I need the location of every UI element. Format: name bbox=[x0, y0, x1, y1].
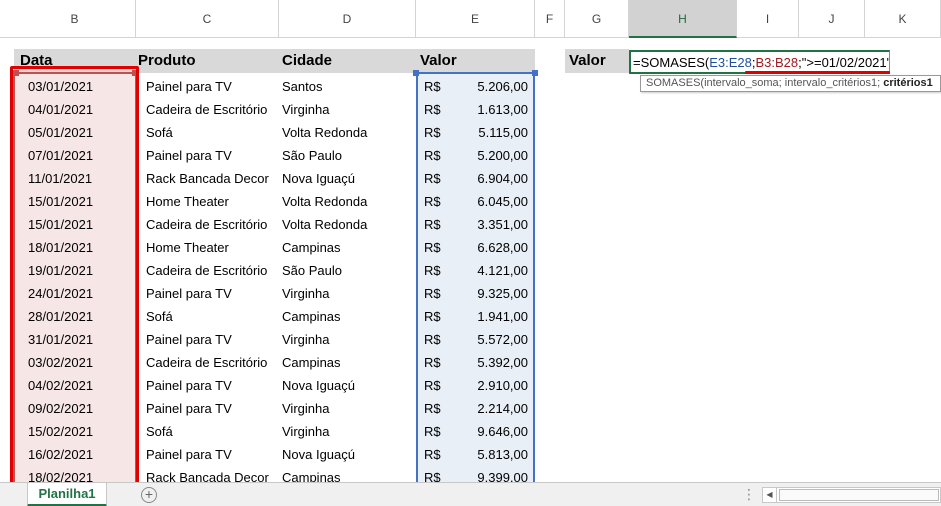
add-sheet-icon[interactable]: + bbox=[141, 487, 157, 503]
cell-cidade[interactable]: Volta Redonda bbox=[282, 213, 416, 236]
cell-produto[interactable]: Rack Bancada Decor bbox=[146, 167, 279, 190]
cell-produto[interactable]: Home Theater bbox=[146, 190, 279, 213]
sheet-tab-planilha1[interactable]: Planilha1 bbox=[27, 483, 107, 506]
cell-cidade[interactable]: Virginha bbox=[282, 397, 416, 420]
header-valor[interactable]: Valor bbox=[416, 49, 535, 73]
value-range-border bbox=[416, 72, 535, 486]
cell-produto[interactable]: Painel para TV bbox=[146, 374, 279, 397]
horizontal-scrollbar[interactable]: ◀ bbox=[762, 487, 941, 503]
cell-cidade[interactable]: Nova Iguaçú bbox=[282, 167, 416, 190]
formula-ref-sum-range: E3:E28 bbox=[709, 55, 752, 70]
cell-produto[interactable]: Cadeira de Escritório bbox=[146, 213, 279, 236]
scroll-left-icon[interactable]: ◀ bbox=[763, 488, 777, 502]
cell-cidade[interactable]: Santos bbox=[282, 75, 416, 98]
cell-cidade[interactable]: São Paulo bbox=[282, 259, 416, 282]
column-header-d[interactable]: D bbox=[279, 0, 416, 38]
cell-cidade[interactable]: Campinas bbox=[282, 305, 416, 328]
column-header-row: BCDEFGHIJK bbox=[0, 0, 941, 38]
formula-suffix: ;">=01/02/2021" bbox=[798, 55, 890, 70]
cell-cidade[interactable]: Virginha bbox=[282, 328, 416, 351]
column-header-f[interactable]: F bbox=[535, 0, 565, 38]
header-cidade[interactable]: Cidade bbox=[279, 49, 416, 73]
cell-cidade[interactable]: Volta Redonda bbox=[282, 190, 416, 213]
cell-produto[interactable]: Sofá bbox=[146, 305, 279, 328]
cell-cidade[interactable]: Virginha bbox=[282, 98, 416, 121]
header-produto[interactable]: Produto bbox=[136, 49, 279, 73]
cell-produto[interactable]: Sofá bbox=[146, 121, 279, 144]
cell-cidade[interactable]: Campinas bbox=[282, 236, 416, 259]
formula-prefix: =SOMASES( bbox=[633, 55, 710, 70]
cell-cidade[interactable]: Nova Iguaçú bbox=[282, 374, 416, 397]
cell-produto[interactable]: Home Theater bbox=[146, 236, 279, 259]
cell-cidade[interactable]: Campinas bbox=[282, 351, 416, 374]
range-handle[interactable] bbox=[413, 70, 419, 76]
column-header-b[interactable]: B bbox=[14, 0, 136, 38]
tooltip-text: SOMASES(intervalo_soma; intervalo_critér… bbox=[646, 77, 884, 89]
column-header-c[interactable]: C bbox=[136, 0, 279, 38]
cell-produto[interactable]: Sofá bbox=[146, 420, 279, 443]
annotation-underline bbox=[745, 71, 890, 74]
cell-cidade[interactable]: Virginha bbox=[282, 420, 416, 443]
result-label[interactable]: Valor bbox=[565, 49, 629, 73]
cell-produto[interactable]: Painel para TV bbox=[146, 282, 279, 305]
cell-produto[interactable]: Painel para TV bbox=[146, 144, 279, 167]
splitter-handle-icon[interactable]: ⋮ bbox=[742, 486, 756, 503]
tooltip-current-arg: critérios1 bbox=[883, 77, 933, 89]
cell-produto[interactable]: Painel para TV bbox=[146, 397, 279, 420]
column-header-h[interactable]: H bbox=[629, 0, 737, 38]
cell-produto[interactable]: Cadeira de Escritório bbox=[146, 351, 279, 374]
column-header-k[interactable]: K bbox=[865, 0, 941, 38]
cell-produto[interactable]: Painel para TV bbox=[146, 75, 279, 98]
cell-produto[interactable]: Cadeira de Escritório bbox=[146, 98, 279, 121]
function-tooltip[interactable]: SOMASES(intervalo_soma; intervalo_critér… bbox=[640, 75, 941, 92]
column-header-g[interactable]: G bbox=[565, 0, 629, 38]
cell-cidade[interactable]: Virginha bbox=[282, 282, 416, 305]
cell-cidade[interactable]: Nova Iguaçú bbox=[282, 443, 416, 466]
annotation-red-box bbox=[10, 66, 139, 488]
formula-ref-criteria-range: B3:B28 bbox=[755, 55, 799, 70]
column-header-i[interactable]: I bbox=[737, 0, 799, 38]
range-handle[interactable] bbox=[532, 70, 538, 76]
column-header-j[interactable]: J bbox=[799, 0, 865, 38]
cell-produto[interactable]: Painel para TV bbox=[146, 328, 279, 351]
cell-produto[interactable]: Cadeira de Escritório bbox=[146, 259, 279, 282]
cell-cidade[interactable]: São Paulo bbox=[282, 144, 416, 167]
cell-produto[interactable]: Painel para TV bbox=[146, 443, 279, 466]
cell-cidade[interactable]: Volta Redonda bbox=[282, 121, 416, 144]
scroll-thumb[interactable] bbox=[779, 489, 939, 501]
column-header-e[interactable]: E bbox=[416, 0, 535, 38]
sheet-tab-bar: Planilha1 + ⋮ ◀ bbox=[0, 482, 941, 506]
